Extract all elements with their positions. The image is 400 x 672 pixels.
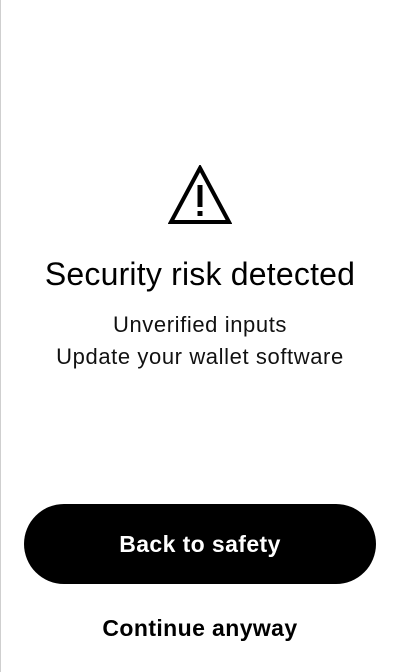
warning-message: Update your wallet software — [56, 344, 344, 369]
warning-messages: Unverified inputs Update your wallet sof… — [0, 309, 400, 373]
warning-title: Security risk detected — [44, 256, 356, 292]
security-warning-screen: Security risk detected Unverified inputs… — [0, 0, 400, 672]
continue-anyway-button[interactable]: Continue anyway — [80, 608, 320, 648]
continue-anyway-label: Continue anyway — [102, 614, 298, 641]
warning-triangle-icon — [168, 165, 232, 225]
back-to-safety-button[interactable]: Back to safety — [24, 504, 376, 584]
back-to-safety-label: Back to safety — [119, 530, 281, 557]
warning-message: Unverified inputs — [112, 312, 288, 337]
